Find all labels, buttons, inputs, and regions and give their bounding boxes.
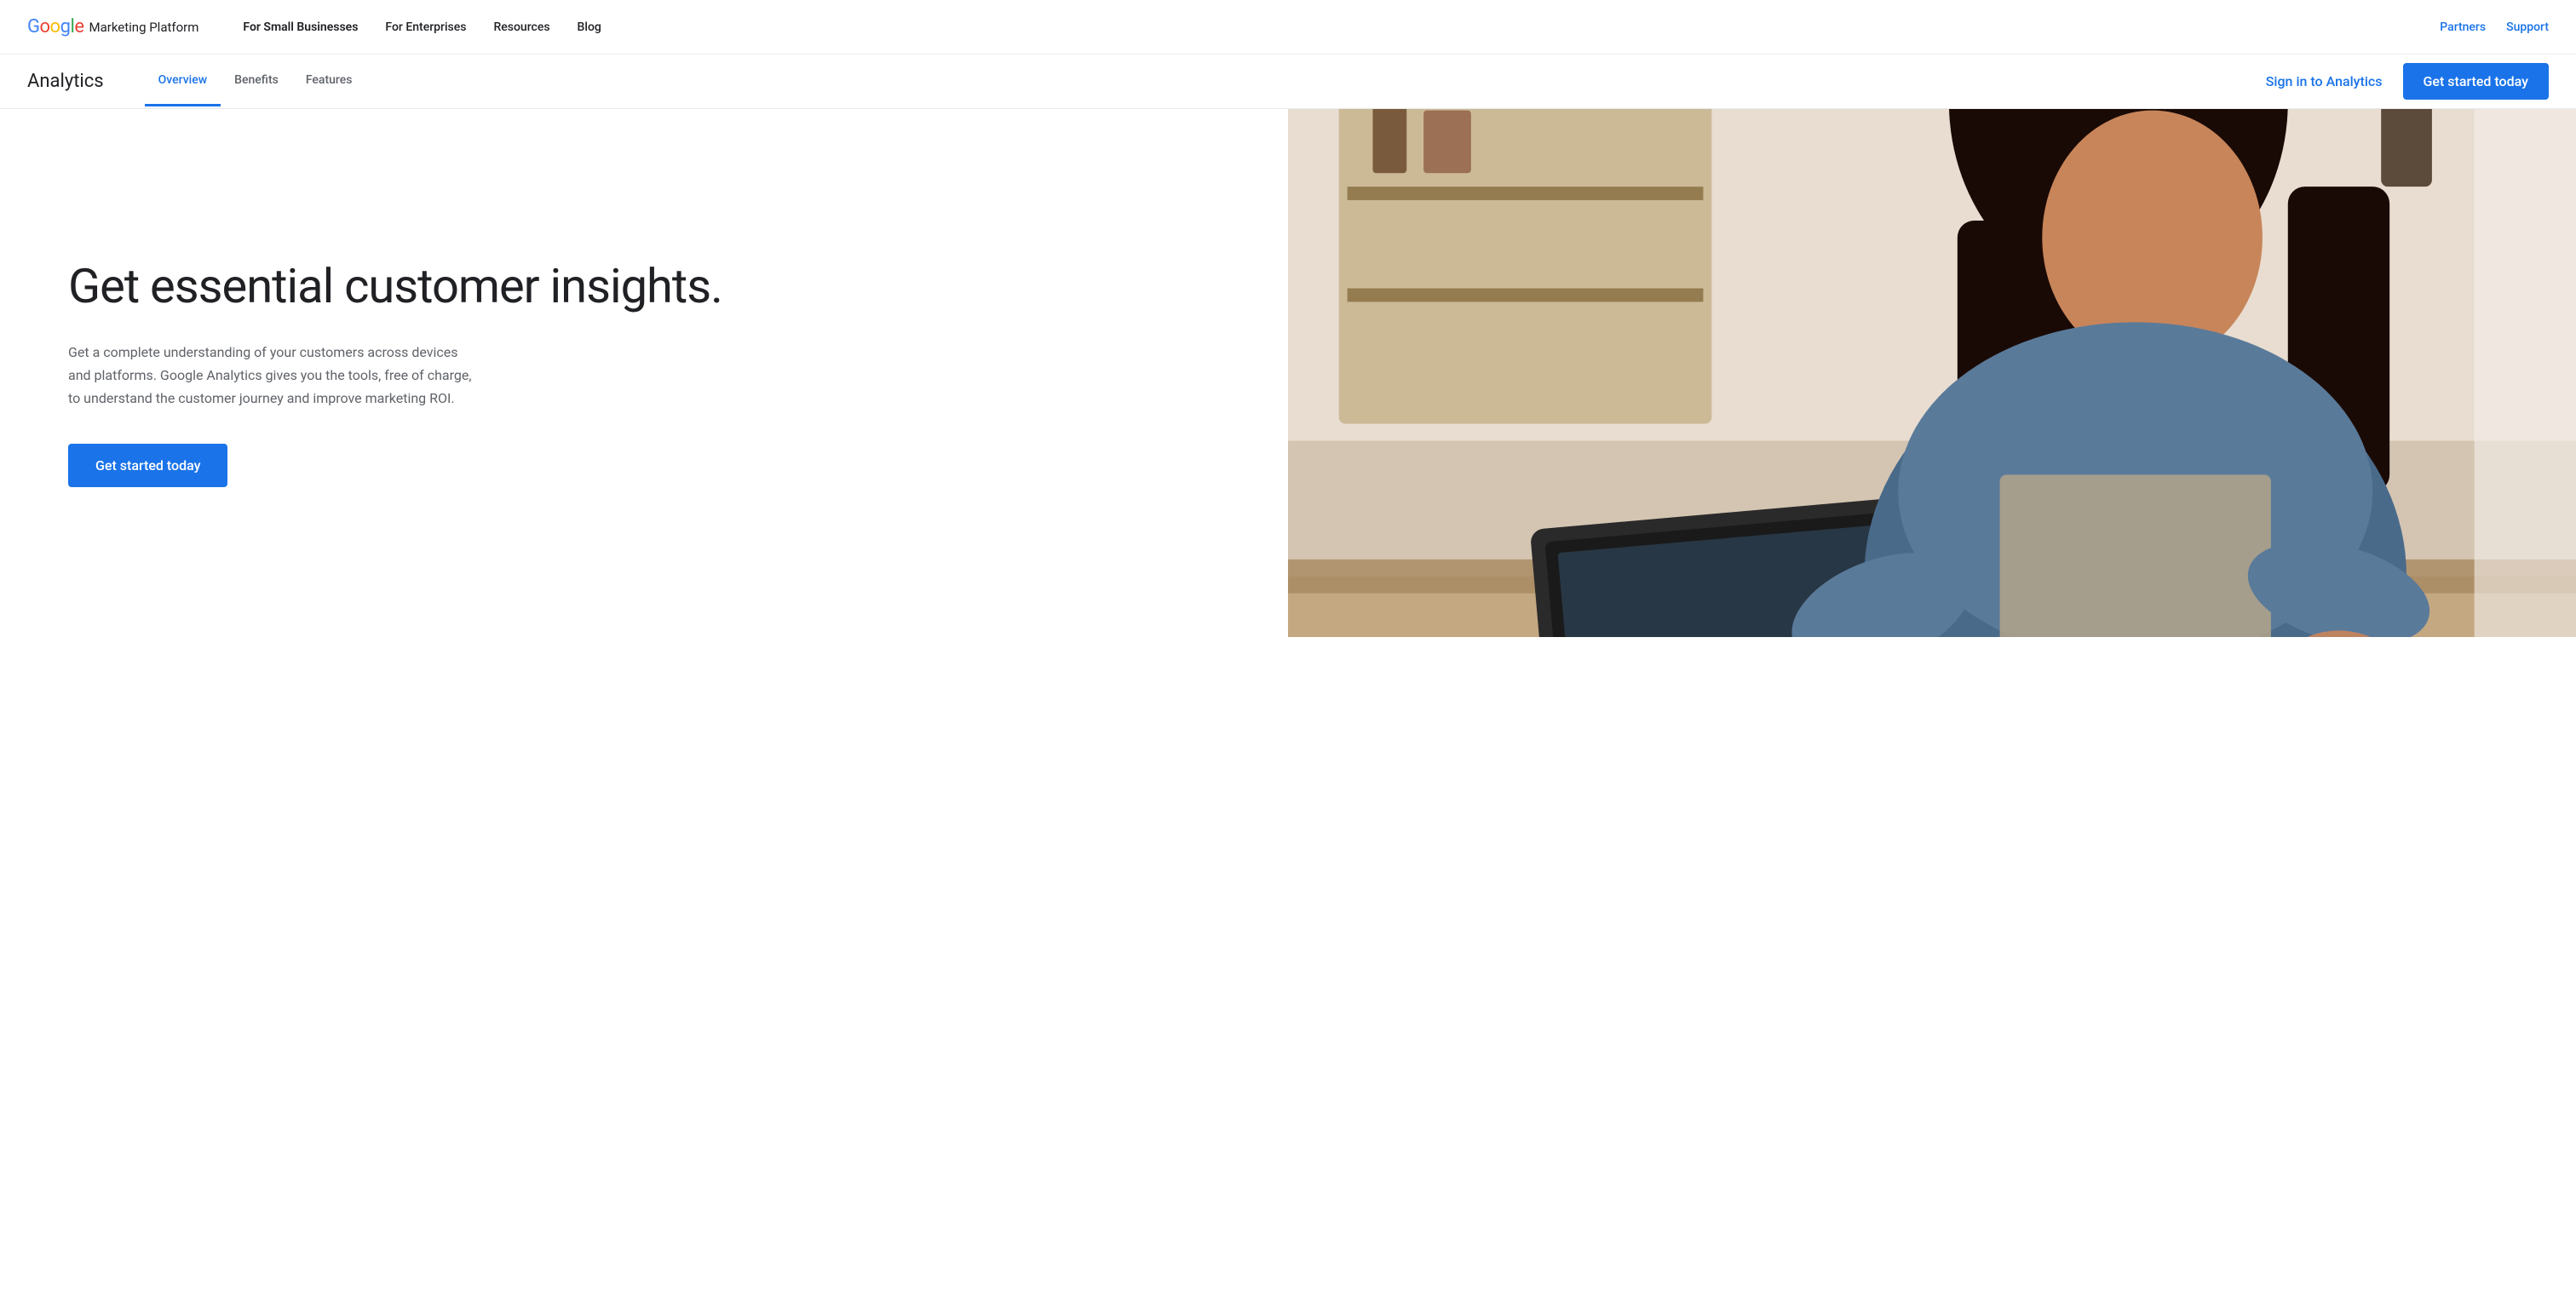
- logo-g2: g: [60, 16, 71, 37]
- tab-overview[interactable]: Overview: [145, 56, 221, 106]
- nav-enterprises[interactable]: For Enterprises: [375, 14, 476, 41]
- nav-resources[interactable]: Resources: [483, 14, 560, 41]
- hero-image: [1288, 109, 2576, 637]
- secondary-nav-links: Overview Benefits Features: [145, 56, 2266, 106]
- nav-support[interactable]: Support: [2506, 20, 2549, 34]
- google-logo: Google: [27, 16, 83, 37]
- logo-o1: o: [40, 16, 50, 37]
- top-nav-right: Partners Support: [2440, 20, 2549, 34]
- tab-benefits[interactable]: Benefits: [221, 56, 292, 106]
- sign-in-analytics-button[interactable]: Sign in to Analytics: [2266, 73, 2383, 89]
- secondary-navigation: Analytics Overview Benefits Features Sig…: [0, 55, 2576, 109]
- hero-content: Get essential customer insights. Get a c…: [0, 109, 1288, 637]
- logo-link[interactable]: Google Marketing Platform: [27, 16, 198, 37]
- logo-g: G: [27, 16, 40, 37]
- platform-name: Marketing Platform: [89, 20, 198, 35]
- get-started-nav-button[interactable]: Get started today: [2403, 63, 2549, 100]
- tab-features[interactable]: Features: [292, 56, 366, 106]
- get-started-hero-button[interactable]: Get started today: [68, 444, 227, 487]
- logo-e: e: [74, 16, 83, 37]
- hero-description: Get a complete understanding of your cus…: [68, 341, 477, 410]
- top-navigation: Google Marketing Platform For Small Busi…: [0, 0, 2576, 55]
- hero-section: Get essential customer insights. Get a c…: [0, 109, 2576, 637]
- secondary-nav-right: Sign in to Analytics Get started today: [2266, 63, 2549, 100]
- logo-o2: o: [50, 16, 60, 37]
- hero-headline: Get essential customer insights.: [68, 259, 1237, 313]
- nav-partners[interactable]: Partners: [2440, 20, 2486, 34]
- top-nav-links: For Small Businesses For Enterprises Res…: [233, 14, 2440, 41]
- nav-blog[interactable]: Blog: [567, 14, 612, 41]
- hero-illustration: [1288, 109, 2576, 637]
- analytics-product-title: Analytics: [27, 71, 104, 92]
- nav-small-businesses[interactable]: For Small Businesses: [233, 14, 368, 41]
